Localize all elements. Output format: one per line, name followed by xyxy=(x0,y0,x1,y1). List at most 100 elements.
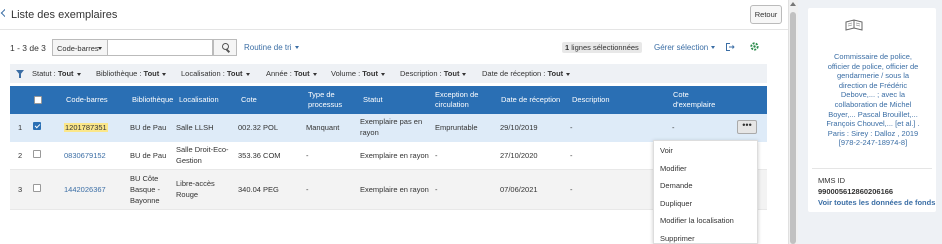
chevron-down-icon xyxy=(462,72,467,76)
menu-item-modifier[interactable]: Modifier xyxy=(660,164,687,173)
facet-filter[interactable]: Volume : Tout xyxy=(331,69,385,78)
facet-value: Tout xyxy=(143,69,160,78)
facet-value: Tout xyxy=(443,69,460,78)
search-input[interactable] xyxy=(107,39,213,56)
col-copy-cote-line2[interactable]: d'exemplaire xyxy=(673,100,715,110)
facet-filter[interactable]: Description : Tout xyxy=(400,69,467,78)
scroll-up-icon[interactable] xyxy=(790,2,796,6)
library-cell: BU de Pau xyxy=(130,123,167,132)
barcode-link[interactable]: 1442026367 xyxy=(64,185,106,195)
library-cell-line2: Basque - xyxy=(130,185,161,194)
selected-count-badge: 1 lignes sélectionnées xyxy=(562,42,642,53)
facet-label: Volume : xyxy=(331,69,361,78)
row-checkbox[interactable] xyxy=(33,122,41,130)
chevron-down-icon xyxy=(162,72,167,76)
table-settings-icon[interactable] xyxy=(749,41,760,52)
chevron-down-icon xyxy=(76,72,81,76)
record-line: collaboration de Michel xyxy=(834,99,912,109)
exception-cell: - xyxy=(435,185,438,194)
facet-filter[interactable]: Localisation : Tout xyxy=(181,69,250,78)
facet-value: Tout xyxy=(547,69,564,78)
record-line: Debove,... ; avec la xyxy=(840,90,906,100)
location-cell-line1: Salle Droit-Eco- xyxy=(176,145,229,154)
back-button[interactable]: Retour xyxy=(750,5,782,24)
manage-selection-dropdown[interactable]: Gérer sélection xyxy=(654,43,716,52)
record-line: officier de police, officier de xyxy=(827,61,919,71)
menu-item-modifier-localisation[interactable]: Modifier la localisation xyxy=(660,216,734,225)
col-location[interactable]: Localisation xyxy=(179,95,219,105)
col-process-type-line2[interactable]: processus xyxy=(308,100,342,110)
library-cell-line3: Bayonne xyxy=(130,196,160,205)
col-receipt-date[interactable]: Date de réception xyxy=(501,95,560,105)
col-description[interactable]: Description xyxy=(572,95,610,105)
col-process-type-line1[interactable]: Type de xyxy=(308,90,335,100)
facet-filter[interactable]: Statut : Tout xyxy=(32,69,81,78)
description-cell: - xyxy=(570,123,573,132)
barcode-link[interactable]: 0830679152 xyxy=(64,151,106,161)
facet-filter[interactable]: Année : Tout xyxy=(266,69,317,78)
sort-routine-label: Routine de tri xyxy=(244,43,292,52)
process-type-cell: - xyxy=(306,185,309,194)
record-line: Commissaire de police, xyxy=(834,52,912,61)
selected-count: 1 xyxy=(565,43,570,52)
search-button[interactable] xyxy=(213,39,237,56)
col-exception-line1[interactable]: Exception de xyxy=(435,90,478,100)
row-checkbox[interactable] xyxy=(33,150,41,158)
search-type-label: Code-barres xyxy=(57,44,99,53)
col-barcode[interactable]: Code-barres xyxy=(66,95,108,105)
search-type-select[interactable]: Code-barres xyxy=(52,39,107,56)
export-icon[interactable] xyxy=(725,42,735,52)
col-copy-cote-line1[interactable]: Cote xyxy=(673,90,689,100)
receipt-date-cell: 07/06/2021 xyxy=(500,185,538,194)
col-exception-line2[interactable]: circulation xyxy=(435,100,469,110)
cote-cell: 353.36 COM xyxy=(238,151,281,160)
view-all-holdings-link[interactable]: Voir toutes les données de fonds xyxy=(818,198,935,207)
col-status[interactable]: Statut xyxy=(363,95,383,105)
col-cote[interactable]: Cote xyxy=(241,95,257,105)
process-type-cell: - xyxy=(306,151,309,160)
record-card: Commissaire de police, officier de police… xyxy=(808,8,936,212)
facet-filter[interactable]: Date de réception : Tout xyxy=(482,69,571,78)
chevron-down-icon xyxy=(98,47,102,50)
scrollbar-thumb[interactable] xyxy=(790,12,796,244)
sort-routine-dropdown[interactable]: Routine de tri xyxy=(244,43,299,52)
location-cell-line2: Rouge xyxy=(176,190,199,199)
facet-value: Tout xyxy=(57,69,74,78)
row-actions-button[interactable]: ••• xyxy=(737,120,757,134)
facet-value: Tout xyxy=(293,69,310,78)
menu-item-voir[interactable]: Voir xyxy=(660,146,673,155)
select-all-checkbox[interactable] xyxy=(34,96,42,104)
col-library[interactable]: Bibliothèque xyxy=(132,95,173,105)
record-line: gendarmerie / sous la xyxy=(836,71,910,81)
menu-item-dupliquer[interactable]: Dupliquer xyxy=(660,199,692,208)
cote-cell: 002.32 POL xyxy=(238,123,279,132)
location-cell-line2: Gestion xyxy=(176,156,202,165)
menu-item-demande[interactable]: Demande xyxy=(660,181,693,190)
divider xyxy=(0,29,788,30)
record-side-panel: Commissaire de police, officier de police… xyxy=(798,0,942,244)
row-checkbox[interactable] xyxy=(33,184,41,192)
back-chevron-icon[interactable] xyxy=(0,9,5,17)
row-number: 2 xyxy=(18,151,23,160)
record-line: Boyer,... Pascal Brouillet,... xyxy=(828,109,918,119)
receipt-date-cell: 27/10/2020 xyxy=(500,151,538,160)
divider xyxy=(812,168,932,169)
facet-filter[interactable]: Bibliothèque : Tout xyxy=(96,69,167,78)
row-number: 3 xyxy=(18,185,23,194)
status-cell-line2: rayon xyxy=(360,128,379,137)
main-panel: Liste des exemplaires Retour 1 - 3 de 3 … xyxy=(0,0,788,244)
record-title-link[interactable]: Commissaire de police, officier de police… xyxy=(814,52,932,148)
record-line: [978-2-247-18974-8] xyxy=(838,138,908,148)
description-cell: - xyxy=(570,185,573,194)
barcode-highlight: 1201787351 xyxy=(64,123,108,132)
barcode-link[interactable]: 1201787351 xyxy=(64,123,108,133)
cote-cell: 340.04 PEG xyxy=(238,185,279,194)
row-actions-menu: Voir Modifier Demande Dupliquer Modifier… xyxy=(653,140,758,244)
facet-label: Localisation : xyxy=(181,69,225,78)
menu-item-supprimer[interactable]: Supprimer xyxy=(660,234,695,243)
filter-icon[interactable] xyxy=(16,70,24,78)
chevron-down-icon xyxy=(312,72,317,76)
table-row[interactable]: 1 1201787351 BU de Pau Salle LLSH 002.32… xyxy=(10,114,767,142)
record-line: François Chouvel,... [et al.] . xyxy=(826,119,920,129)
library-cell-line1: BU Côte xyxy=(130,174,159,183)
